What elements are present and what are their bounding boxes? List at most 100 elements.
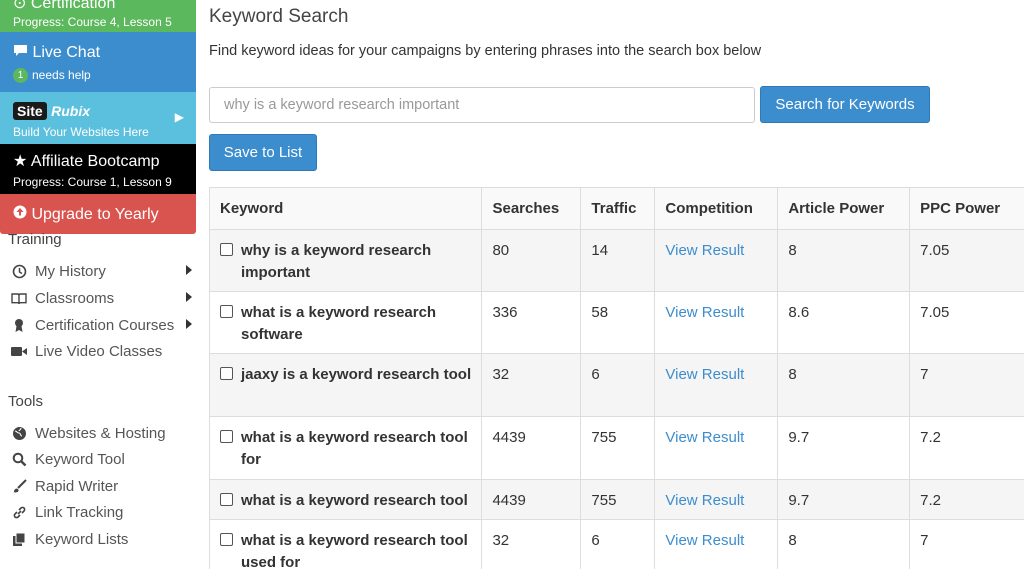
arrow-up-circle-icon xyxy=(13,205,27,223)
column-header-traffic[interactable]: Traffic xyxy=(580,187,656,230)
sidebar-item-label: Keyword Lists xyxy=(35,530,129,548)
row-checkbox[interactable] xyxy=(220,533,233,546)
sidebar-item-label: Link Tracking xyxy=(35,503,124,521)
view-result-link[interactable]: View Result xyxy=(665,366,744,383)
keyword-text: what is a keyword research software xyxy=(241,304,437,343)
sidebar-item-live-video-classes[interactable]: Live Video Classes xyxy=(10,340,196,362)
sidebar-item-keyword-lists[interactable]: Keyword Lists xyxy=(10,528,196,550)
traffic-cell: 755 xyxy=(580,416,656,480)
globe-icon xyxy=(10,426,28,441)
table-row: what is a keyword research software 336 … xyxy=(208,291,1024,354)
article-power-cell: 8.6 xyxy=(777,291,911,354)
view-result-link[interactable]: View Result xyxy=(665,532,744,549)
check-circle-icon: ⊙ xyxy=(13,0,27,12)
view-result-link[interactable]: View Result xyxy=(665,429,744,446)
searches-cell: 336 xyxy=(481,291,582,354)
sidebar-item-certification-courses[interactable]: Certification Courses xyxy=(10,314,196,336)
searches-cell: 80 xyxy=(481,229,582,292)
caret-right-icon xyxy=(186,292,192,302)
view-result-link[interactable]: View Result xyxy=(665,492,744,509)
keyword-text: what is a keyword research tool for xyxy=(241,429,468,468)
article-power-cell: 8 xyxy=(777,519,911,569)
column-header-keyword[interactable]: Keyword xyxy=(208,187,483,230)
affiliate-bootcamp-panel[interactable]: ★ Affiliate Bootcamp Progress: Course 1,… xyxy=(0,144,196,194)
view-result-link[interactable]: View Result xyxy=(665,304,744,321)
article-power-cell: 8 xyxy=(777,353,911,417)
training-section-label: Training xyxy=(8,231,62,248)
sidebar-item-rapid-writer[interactable]: Rapid Writer xyxy=(10,475,196,497)
history-icon xyxy=(10,264,28,279)
sidebar-item-label: Rapid Writer xyxy=(35,477,119,495)
sidebar-item-label: My History xyxy=(35,262,106,280)
help-count-badge: 1 xyxy=(13,68,28,84)
sidebar-item-classrooms[interactable]: Classrooms xyxy=(10,287,196,309)
table-row: what is a keyword research tool 4439 755… xyxy=(208,479,1024,520)
copy-icon xyxy=(10,532,28,547)
article-power-cell: 9.7 xyxy=(777,479,911,520)
sidebar-item-label: Certification Courses xyxy=(35,316,175,334)
ppc-power-cell: 7.05 xyxy=(909,291,1024,354)
traffic-cell: 755 xyxy=(580,479,656,520)
tools-section-label: Tools xyxy=(8,393,44,410)
video-camera-icon xyxy=(10,346,28,357)
keyword-text: why is a keyword research important xyxy=(241,242,432,281)
affiliate-bootcamp-progress: Progress: Course 1, Lesson 9 xyxy=(13,175,172,189)
column-header-searches[interactable]: Searches xyxy=(481,187,582,230)
row-checkbox[interactable] xyxy=(220,493,233,506)
link-icon xyxy=(10,505,28,520)
search-for-keywords-button[interactable]: Search for Keywords xyxy=(760,86,930,123)
search-icon xyxy=(10,452,28,467)
sidebar-item-label: Websites & Hosting xyxy=(35,424,166,442)
live-chat-title: Live Chat xyxy=(32,44,101,61)
column-header-ppc-power[interactable]: PPC Power xyxy=(909,187,1024,230)
keyword-results-table: Keyword Searches Traffic Competition Art… xyxy=(208,187,1024,569)
view-result-link[interactable]: View Result xyxy=(665,242,744,259)
column-header-article-power[interactable]: Article Power xyxy=(777,187,911,230)
traffic-cell: 14 xyxy=(580,229,656,292)
siterubix-panel[interactable]: Site Rubix Build Your Websites Here ▶ xyxy=(0,92,196,144)
ppc-power-cell: 7.05 xyxy=(909,229,1024,292)
ppc-power-cell: 7 xyxy=(909,519,1024,569)
row-checkbox[interactable] xyxy=(220,305,233,318)
live-chat-panel[interactable]: Live Chat 1 needs help xyxy=(0,32,196,92)
searches-cell: 4439 xyxy=(481,479,582,520)
certification-panel[interactable]: ⊙ Certification Progress: Course 4, Less… xyxy=(0,0,196,32)
sidebar-item-label: Live Video Classes xyxy=(35,342,163,360)
row-checkbox[interactable] xyxy=(220,243,233,256)
brush-icon xyxy=(10,478,28,494)
article-power-cell: 9.7 xyxy=(777,416,911,480)
keyword-search-input[interactable] xyxy=(209,87,755,123)
table-row: why is a keyword research important 80 1… xyxy=(208,229,1024,292)
sidebar-item-my-history[interactable]: My History xyxy=(10,260,196,282)
searches-cell: 32 xyxy=(481,353,582,417)
live-chat-subtitle: needs help xyxy=(32,68,91,82)
ppc-power-cell: 7 xyxy=(909,353,1024,417)
table-row: what is a keyword research tool used for… xyxy=(208,519,1024,569)
article-power-cell: 8 xyxy=(777,229,911,292)
page-title: Keyword Search xyxy=(209,6,349,27)
ppc-power-cell: 7.2 xyxy=(909,416,1024,480)
certification-progress: Progress: Course 4, Lesson 5 xyxy=(13,15,172,29)
sidebar-item-label: Classrooms xyxy=(35,289,115,307)
searches-cell: 4439 xyxy=(481,416,582,480)
upgrade-button[interactable]: Upgrade to Yearly xyxy=(0,194,196,234)
chat-icon xyxy=(13,44,28,61)
upgrade-title: Upgrade to Yearly xyxy=(31,206,159,223)
sidebar-item-websites-hosting[interactable]: Websites & Hosting xyxy=(10,422,196,444)
keyword-text: jaaxy is a keyword research tool xyxy=(241,366,472,383)
table-header-row: Keyword Searches Traffic Competition Art… xyxy=(208,187,1024,230)
column-header-competition[interactable]: Competition xyxy=(654,187,779,230)
sidebar: ⊙ Certification Progress: Course 4, Less… xyxy=(0,0,196,569)
sidebar-item-link-tracking[interactable]: Link Tracking xyxy=(10,501,196,523)
row-checkbox[interactable] xyxy=(220,367,233,380)
keyword-text: what is a keyword research tool used for xyxy=(241,532,468,569)
traffic-cell: 58 xyxy=(580,291,656,354)
sidebar-item-keyword-tool[interactable]: Keyword Tool xyxy=(10,448,196,470)
row-checkbox[interactable] xyxy=(220,430,233,443)
star-icon: ★ xyxy=(13,153,28,170)
affiliate-bootcamp-title: Affiliate Bootcamp xyxy=(30,153,160,170)
save-to-list-button[interactable]: Save to List xyxy=(209,134,317,171)
caret-right-icon xyxy=(186,265,192,275)
table-row: jaaxy is a keyword research tool 32 6 Vi… xyxy=(208,353,1024,417)
certificate-icon xyxy=(10,318,28,333)
